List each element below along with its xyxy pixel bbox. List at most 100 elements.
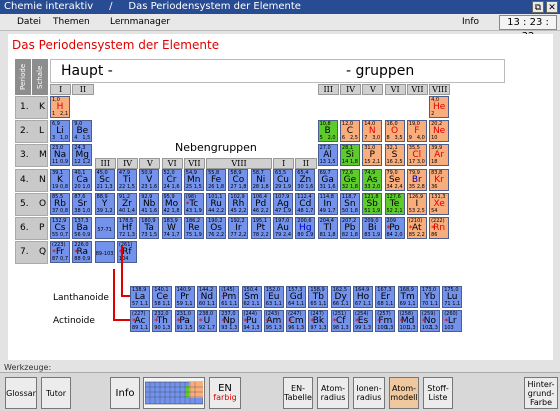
element-cell[interactable]: 83,8 Kr 36 bbox=[429, 168, 450, 191]
element-cell[interactable]: 52,0 Cr 24 1,6 bbox=[161, 168, 182, 191]
element-cell[interactable]: 112,4 Cd 48 1,7 bbox=[295, 192, 316, 215]
lanthanoid-cell[interactable]: 138,9 La 57 1,1 bbox=[130, 286, 150, 308]
lanthanoid-cell[interactable]: 164,9 Ho 67 1,1 bbox=[353, 286, 373, 308]
en-farbig-button[interactable]: EN farbig bbox=[209, 377, 241, 409]
element-cell[interactable]: 16,0 O 8 3,5 bbox=[384, 120, 405, 143]
element-cell[interactable]: 107,9 Ag 47 1,9 bbox=[273, 192, 293, 215]
element-cell[interactable]: 178,5 Hf 72 1,3 bbox=[116, 217, 137, 239]
element-cell[interactable]: 39,9 Ar 18 bbox=[429, 144, 450, 167]
actinoid-cell[interactable]: 238,0 U 92 1,7 * bbox=[196, 310, 217, 332]
element-cell[interactable]: 89-103 bbox=[94, 241, 115, 264]
element-cell[interactable]: 87,6 Sr 38 1,0 bbox=[72, 192, 93, 215]
element-cell[interactable]: 101,1 Ru 44 2,2 bbox=[206, 192, 227, 215]
hintergrund-farbe-button[interactable]: Hinter-grund-Farbe bbox=[524, 377, 558, 409]
lanthanoid-cell[interactable]: 144,2 Nd 60 1,1 bbox=[196, 286, 217, 308]
atommodell-button[interactable]: Atom-modell bbox=[389, 377, 419, 409]
lanthanoid-cell[interactable]: 168,9 Tm 69 1,1 bbox=[397, 286, 418, 308]
actinoid-cell[interactable]: (259) No 102 1,3 * bbox=[419, 310, 440, 332]
tutor-button[interactable]: Tutor bbox=[41, 377, 71, 409]
element-cell[interactable]: 190,2 Os 76 2,2 bbox=[206, 217, 227, 239]
en-tabelle-button[interactable]: EN-Tabelle bbox=[283, 377, 313, 409]
element-cell[interactable]: 55,8 Fe 26 1,8 bbox=[206, 168, 227, 191]
element-cell[interactable]: 47,9 Ti 22 1,5 bbox=[116, 168, 137, 191]
ionenradius-button[interactable]: Ionen-radius bbox=[353, 377, 385, 409]
element-cell[interactable]: 200,6 Hg 80 1,9 bbox=[295, 217, 316, 239]
element-cell[interactable]: 4,0 He 2 bbox=[429, 96, 450, 118]
element-cell[interactable]: 72,6 Ge 32 1,8 bbox=[339, 168, 360, 191]
element-cell[interactable]: 58,9 Co 27 1,8 bbox=[228, 168, 249, 191]
element-cell[interactable]: 6,9 Li 3 1,0 bbox=[50, 120, 70, 143]
element-cell[interactable]: 35,5 Cl 17 3,0 bbox=[406, 144, 427, 167]
element-cell[interactable]: 197,0 Au 79 2,4 bbox=[273, 217, 293, 239]
element-cell[interactable]: 39,1 K 19 0,8 bbox=[50, 168, 70, 191]
actinoid-cell[interactable]: (258) Md 101 1,3 * bbox=[397, 310, 418, 332]
element-cell[interactable]: 180,9 Ta 73 1,5 bbox=[139, 217, 160, 239]
element-cell[interactable]: 132,9 Cs 55 0,7 bbox=[50, 217, 70, 239]
mini-table-button[interactable] bbox=[143, 377, 205, 409]
element-cell[interactable]: 183,9 W 74 1,7 bbox=[161, 217, 182, 239]
lanthanoid-cell[interactable]: 175,0 Lu 71 1,1 bbox=[442, 286, 463, 308]
element-cell[interactable]: (98) Tc 43 1,9 * bbox=[183, 192, 204, 215]
element-cell[interactable]: 204,4 Tl 81 1,8 bbox=[317, 217, 338, 239]
element-cell[interactable]: 32,1 S 16 2,5 bbox=[384, 144, 405, 167]
lanthanoid-cell[interactable]: 140,1 Ce 58 1,1 bbox=[152, 286, 173, 308]
element-cell[interactable]: 126,9 I 53 2,5 bbox=[406, 192, 427, 215]
actinoid-cell[interactable]: (254) Es 99 1,3 * bbox=[353, 310, 373, 332]
element-cell[interactable]: 192,2 Ir 77 2,2 bbox=[228, 217, 249, 239]
element-cell[interactable]: 88,9 Y 39 1,2 bbox=[94, 192, 115, 215]
lanthanoid-cell[interactable]: 152,0 Eu 63 1,1 bbox=[263, 286, 284, 308]
element-cell[interactable]: (223) Fr 87 0,7 * bbox=[50, 241, 70, 264]
lanthanoid-cell[interactable]: (145) Pm 61 1,1 * bbox=[219, 286, 240, 308]
lanthanoid-cell[interactable]: 157,3 Gd 64 1,1 bbox=[286, 286, 307, 308]
element-cell[interactable]: (261)Rf104* bbox=[116, 241, 137, 264]
element-cell[interactable]: 209 Po 84 2,0 * bbox=[384, 217, 405, 239]
menu-info[interactable]: Info bbox=[462, 14, 479, 31]
actinoid-cell[interactable]: 232,0 Th 90 1,3 * bbox=[152, 310, 173, 332]
menu-datei[interactable]: Datei bbox=[17, 14, 41, 31]
element-cell[interactable]: 14,0 N 7 3,0 bbox=[362, 120, 383, 143]
lanthanoid-cell[interactable]: 158,9 Tb 65 1,1 bbox=[308, 286, 329, 308]
element-cell[interactable]: 10,8 B 5 2,0 bbox=[317, 120, 338, 143]
element-cell[interactable]: 79,9 Br 35 2,8 bbox=[406, 168, 427, 191]
element-cell[interactable]: 209,0 Bi 83 1,9 bbox=[362, 217, 383, 239]
element-cell[interactable]: 85,5 Rb 37 0,8 bbox=[50, 192, 70, 215]
actinoid-cell[interactable]: (251) Cf 98 1,3 * bbox=[330, 310, 351, 332]
actinoid-cell[interactable]: (247) Cm 96 1,3 * bbox=[286, 310, 307, 332]
element-cell[interactable]: 31,0 P 15 2,1 bbox=[362, 144, 383, 167]
element-cell[interactable]: 95,9 Mo 42 1,8 bbox=[161, 192, 182, 215]
element-cell[interactable]: 58,7 Ni 28 1,8 bbox=[250, 168, 271, 191]
element-cell[interactable]: 23,0 Na 11 0,9 bbox=[50, 144, 70, 167]
element-cell[interactable]: 106,4 Pd 46 2,2 bbox=[250, 192, 271, 215]
element-cell[interactable]: 195,1 Pt 78 2,2 bbox=[250, 217, 271, 239]
glossar-button[interactable]: Glossar bbox=[5, 377, 37, 409]
atomradius-button[interactable]: Atom-radius bbox=[317, 377, 349, 409]
actinoid-cell[interactable]: 231,0 Pa 91 1,5 * bbox=[174, 310, 195, 332]
lanthanoid-cell[interactable]: 173,0 Yb 70 1,1 bbox=[419, 286, 440, 308]
element-cell[interactable]: 226,0 Ra 88 0,9 * bbox=[72, 241, 93, 264]
element-cell[interactable]: 91,2 Zr 40 1,4 bbox=[116, 192, 137, 215]
element-cell[interactable]: 127,6 Te 52 2,1 bbox=[384, 192, 405, 215]
stoffliste-button[interactable]: Stoff-Liste bbox=[423, 377, 453, 409]
actinoid-cell[interactable]: (244) Pu 94 1,3 * bbox=[241, 310, 262, 332]
restore-icon[interactable]: ⧉ bbox=[532, 1, 544, 13]
menu-lernmanager[interactable]: Lernmanager bbox=[110, 14, 170, 31]
element-cell[interactable]: 27,0 Al 13 1,5 bbox=[317, 144, 338, 167]
close-icon[interactable]: ✕ bbox=[546, 1, 558, 13]
element-cell[interactable]: 114,8 In 49 1,7 bbox=[317, 192, 338, 215]
element-cell[interactable]: 28,1 Si 14 1,8 bbox=[339, 144, 360, 167]
actinoid-cell[interactable]: (243) Am 95 1,3 * bbox=[263, 310, 284, 332]
element-cell[interactable]: 57-71 bbox=[94, 217, 115, 239]
lanthanoid-cell[interactable]: 162,5 Dy 66 1,1 bbox=[330, 286, 351, 308]
element-cell[interactable]: 50,9 V 23 1,6 bbox=[139, 168, 160, 191]
element-cell[interactable]: 20,2 Ne 10 bbox=[429, 120, 450, 143]
actinoid-cell[interactable]: (257) Fm 100 1,3 * bbox=[375, 310, 396, 332]
lanthanoid-cell[interactable]: 150,4 Sm 62 1,1 bbox=[241, 286, 262, 308]
element-cell[interactable]: 19,0 F 9 4,0 bbox=[406, 120, 427, 143]
element-cell[interactable]: 79,0 Se 34 2,4 bbox=[384, 168, 405, 191]
element-cell[interactable]: 118,7 Sn 50 1,8 bbox=[339, 192, 360, 215]
element-cell[interactable]: 92,9 Nb 41 1,6 bbox=[139, 192, 160, 215]
element-cell[interactable]: 12,0 C 6 2,5 bbox=[339, 120, 360, 143]
actinoid-cell[interactable]: (227) Ac 89 1,1 * bbox=[130, 310, 150, 332]
element-cell[interactable]: 9,0 Be 4 1,5 bbox=[72, 120, 93, 143]
element-cell[interactable]: 24,3 Mg 12 1,2 bbox=[72, 144, 93, 167]
